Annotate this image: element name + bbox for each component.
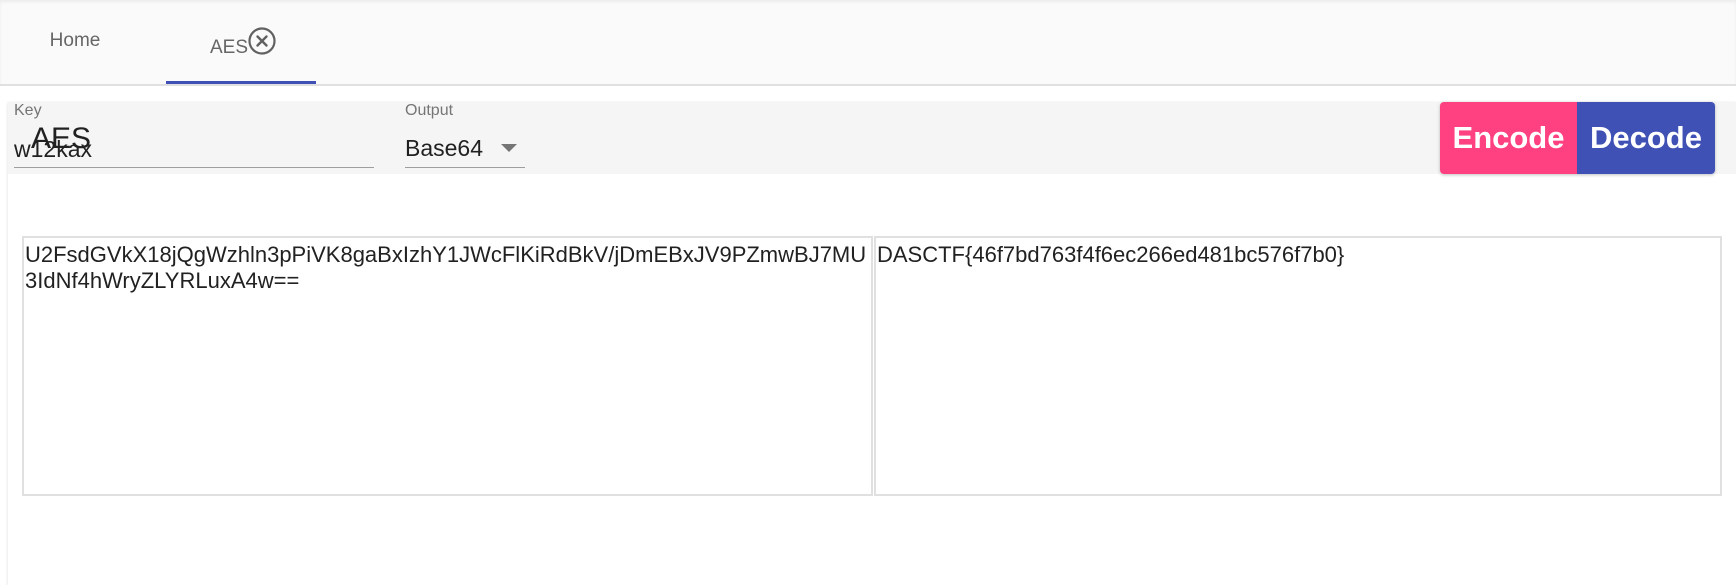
output-textarea[interactable]: DASCTF{46f7bd763f4f6ec266ed481bc576f7b0} [874, 236, 1722, 496]
encode-button[interactable]: Encode [1440, 102, 1577, 174]
active-tab-indicator [166, 81, 316, 84]
tab-aes-label: AES [209, 37, 249, 58]
key-label: Key [14, 102, 42, 119]
close-circle-icon[interactable] [247, 26, 277, 56]
action-button-group: Encode Decode [1440, 102, 1715, 174]
tab-aes[interactable]: AES [166, 0, 316, 86]
tab-home[interactable]: Home [0, 0, 150, 86]
key-input[interactable] [14, 132, 374, 168]
arrow-drop-down-icon[interactable] [501, 144, 517, 152]
output-format-select[interactable]: Base64 [405, 132, 525, 168]
input-textarea[interactable]: U2FsdGVkX18jQgWzhln3pPiVK8gaBxIzhY1JWcFl… [22, 236, 873, 496]
decode-button[interactable]: Decode [1577, 102, 1715, 174]
output-format-field: Output Base64 [405, 102, 525, 172]
tab-bar: Home AES [0, 0, 1736, 86]
output-format-value: Base64 [405, 135, 484, 161]
tab-home-label: Home [49, 30, 101, 51]
output-label: Output [405, 102, 454, 119]
key-field: Key [14, 102, 374, 172]
